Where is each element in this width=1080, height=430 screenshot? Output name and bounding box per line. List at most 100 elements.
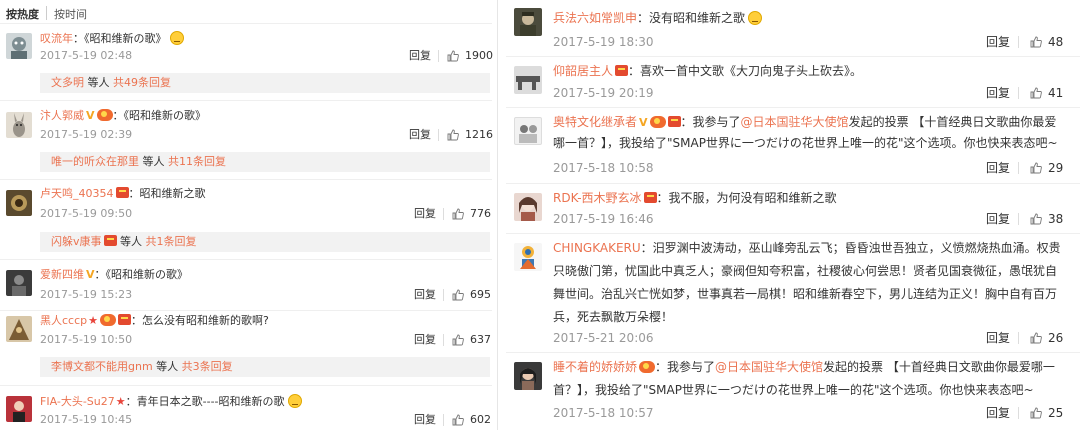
red-envelope-badge-icon: [103, 235, 117, 246]
more-replies-link[interactable]: 共49条回复: [113, 76, 171, 89]
sub-reply-user[interactable]: 李博文都不能用gnm: [51, 360, 153, 373]
divider: [443, 334, 444, 346]
mention-link[interactable]: @日本国驻华大使馆: [741, 115, 849, 129]
avatar[interactable]: [514, 193, 542, 221]
comment-text: 发起的投票 【十首经典日文歌曲你最爱: [848, 115, 1057, 129]
reply-button[interactable]: 回复: [986, 331, 1010, 345]
avatar[interactable]: [6, 33, 32, 59]
thumbs-up-icon: [447, 50, 459, 62]
avatar[interactable]: [514, 117, 542, 145]
username[interactable]: 卢天鸣_40354: [40, 187, 114, 200]
username[interactable]: FIA-大头-Su27: [40, 395, 115, 408]
like-button[interactable]: 26: [1030, 331, 1063, 345]
dizzy-emoji-icon: [287, 394, 302, 408]
comment-text: 《昭和维新の歌》: [123, 109, 207, 122]
comment-text: 怎么没有昭和维新的歌啊?: [142, 314, 269, 327]
timestamp: 2017-5-18 10:58: [553, 161, 654, 175]
like-button[interactable]: 25: [1030, 406, 1063, 420]
sort-by-hot[interactable]: 按热度: [6, 6, 46, 21]
star-badge-icon: ★: [115, 395, 126, 408]
like-button[interactable]: 1216: [447, 128, 493, 142]
reply-button[interactable]: 回复: [409, 49, 431, 63]
like-button[interactable]: 48: [1030, 35, 1063, 49]
reply-button[interactable]: 回复: [409, 128, 431, 142]
mention-link[interactable]: @日本国驻华大使馆: [715, 360, 823, 374]
avatar[interactable]: [514, 66, 542, 94]
like-button[interactable]: 41: [1030, 86, 1063, 100]
username[interactable]: 叹流年: [40, 32, 73, 45]
like-count: 29: [1048, 161, 1064, 175]
avatar[interactable]: [514, 243, 542, 271]
divider: [0, 385, 492, 386]
avatar[interactable]: [6, 190, 32, 216]
username[interactable]: 仰韶居主人: [553, 64, 613, 78]
divider: [438, 50, 439, 62]
sub-reply-summary[interactable]: 李博文都不能用gnm 等人 共3条回复: [40, 357, 490, 377]
red-envelope-badge-icon: [118, 314, 132, 325]
sub-reply-summary[interactable]: 文多明 等人 共49条回复: [40, 73, 490, 93]
like-button[interactable]: 38: [1030, 212, 1063, 226]
reply-button[interactable]: 回复: [986, 161, 1010, 175]
reply-button[interactable]: 回复: [986, 212, 1010, 226]
like-button[interactable]: 1900: [447, 49, 493, 63]
reply-button[interactable]: 回复: [414, 333, 436, 347]
like-count: 1900: [465, 49, 493, 62]
like-button[interactable]: 637: [452, 333, 491, 347]
sub-reply-user[interactable]: 闪躲v康事: [51, 235, 102, 248]
divider: [438, 129, 439, 141]
timestamp: 2017-5-19 02:48: [40, 49, 133, 62]
like-count: 26: [1048, 331, 1064, 345]
username[interactable]: 奥特文化继承者: [553, 115, 637, 129]
like-count: 38: [1048, 212, 1064, 226]
more-replies-link[interactable]: 共11条回复: [168, 155, 226, 168]
sub-reply-user[interactable]: 唯一的听众在那里: [51, 155, 139, 168]
like-button[interactable]: 695: [452, 288, 491, 302]
comment-text: 舞世间。治乱兴亡恍如梦，世事真若一局棋！昭和维新春空下，男儿连结为正义！胸中自有…: [553, 287, 1058, 301]
more-replies-link[interactable]: 共1条回复: [146, 235, 197, 248]
verified-v-icon: V: [639, 116, 648, 129]
avatar[interactable]: [6, 112, 32, 138]
red-envelope-badge-icon: [643, 192, 657, 203]
sub-reply-summary[interactable]: 闪躲v康事 等人 共1条回复: [40, 232, 490, 252]
username[interactable]: RDK-西木野玄冰: [553, 191, 642, 205]
username[interactable]: 汴人郭威: [40, 109, 84, 122]
like-button[interactable]: 29: [1030, 161, 1063, 175]
timestamp: 2017-5-19 18:30: [553, 35, 654, 49]
username[interactable]: 黑人cccp: [40, 314, 87, 327]
reply-button[interactable]: 回复: [986, 406, 1010, 420]
sub-reply-summary[interactable]: 唯一的听众在那里 等人 共11条回复: [40, 152, 490, 172]
username[interactable]: 兵法六如常凯申: [553, 11, 637, 25]
comment-text: 青年日本之歌----昭和维新の歌: [136, 395, 285, 408]
red-envelope-badge-icon: [115, 187, 129, 198]
reply-button[interactable]: 回复: [986, 86, 1010, 100]
verified-v-icon: V: [86, 268, 95, 281]
red-envelope-badge-icon: [667, 116, 681, 127]
thumbs-up-icon: [452, 414, 464, 426]
reply-button[interactable]: 回复: [414, 207, 436, 221]
avatar[interactable]: [6, 316, 32, 342]
comment-text: 只晓傲门第，忧国此中真乏人；豪阀但知夸积富，社稷彼心何尝思！贤者见国衰微征，愚氓…: [553, 264, 1058, 278]
timestamp: 2017-5-19 02:39: [40, 128, 133, 141]
avatar[interactable]: [514, 8, 542, 36]
avatar[interactable]: [514, 362, 542, 390]
reply-button[interactable]: 回复: [986, 35, 1010, 49]
username[interactable]: CHINGKAKERU: [553, 241, 641, 255]
reply-button[interactable]: 回复: [414, 413, 436, 427]
username[interactable]: 爱新四维: [40, 268, 84, 281]
timestamp: 2017-5-19 20:19: [553, 86, 654, 100]
divider: [506, 183, 1080, 184]
like-count: 41: [1048, 86, 1064, 100]
sub-reply-user[interactable]: 文多明: [51, 76, 84, 89]
sort-by-time[interactable]: 按时间: [46, 6, 94, 21]
timestamp: 2017-5-21 20:06: [553, 331, 654, 345]
avatar[interactable]: [6, 396, 32, 422]
more-replies-link[interactable]: 共3条回复: [182, 360, 233, 373]
thumbs-up-icon: [1030, 87, 1042, 99]
thumbs-up-icon: [452, 334, 464, 346]
thumbs-up-icon: [452, 289, 464, 301]
like-button[interactable]: 602: [452, 413, 491, 427]
username[interactable]: 睡不着的娇娇娇: [553, 360, 637, 374]
avatar[interactable]: [6, 270, 32, 296]
reply-button[interactable]: 回复: [414, 288, 436, 302]
like-button[interactable]: 776: [452, 207, 491, 221]
